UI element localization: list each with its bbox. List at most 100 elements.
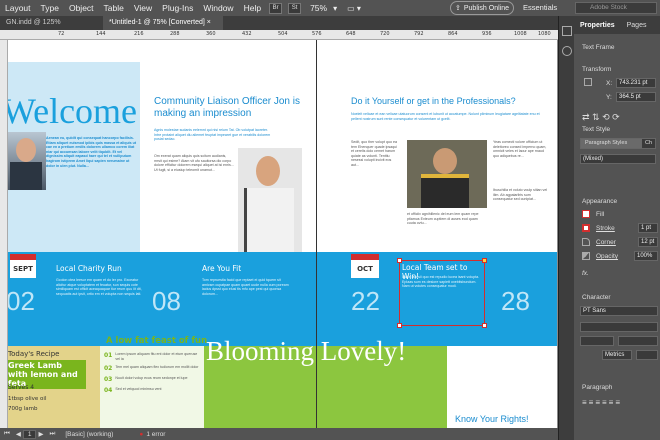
- paragraph-style-select[interactable]: (Mixed): [580, 154, 656, 164]
- pasteboard[interactable]: Welcome Aenean eu, qubilt qui consequat …: [8, 40, 558, 428]
- flip-icons[interactable]: ⇄ ⇅ ⟲ ⟳: [582, 112, 620, 123]
- liaison-heading[interactable]: Community Liaison Officer Jon is making …: [154, 96, 304, 120]
- font-size-field[interactable]: [580, 336, 614, 346]
- first-page-icon[interactable]: ⏮: [0, 430, 14, 438]
- reference-point-icon[interactable]: [584, 78, 592, 86]
- preflight-status[interactable]: 1 error: [143, 431, 168, 438]
- page-number-field[interactable]: 1: [22, 429, 37, 439]
- horizontal-ruler[interactable]: 72 144 216 288 360 432 504 576 648 720 7…: [0, 30, 558, 40]
- publish-online-button[interactable]: ⇪ Publish Online: [450, 1, 514, 15]
- blooming-heading[interactable]: Blooming Lovely!: [206, 336, 406, 367]
- resize-handle[interactable]: [482, 323, 487, 328]
- vertical-ruler[interactable]: [0, 40, 8, 428]
- tab-gn-document[interactable]: GN.indd @ 125% [Converted] ×: [0, 16, 95, 40]
- diy-col2[interactable]: Yeas comecti volore officium ut deleitor…: [493, 140, 549, 158]
- stock-button[interactable]: St: [288, 2, 302, 14]
- appearance-heading: Appearance: [582, 198, 618, 205]
- opacity-icon: [582, 252, 590, 260]
- cc-libraries-icon[interactable]: [561, 46, 572, 56]
- liaison-subhead[interactable]: Agnis molestae sudanis eelemnt qui nisi …: [154, 128, 274, 142]
- leading-field[interactable]: [618, 336, 658, 346]
- tab-properties[interactable]: Properties: [574, 22, 621, 29]
- fill-swatch-icon[interactable]: [582, 210, 590, 218]
- menu-plugins[interactable]: Plug-Ins: [157, 3, 198, 13]
- panel-toolstrip: [558, 16, 574, 440]
- date-22: 22: [351, 286, 380, 316]
- character-styles-tab[interactable]: Ch: [642, 139, 655, 148]
- recipe-card[interactable]: Today's Recipe Greek Lamb with lemon and…: [8, 346, 100, 428]
- workspace-switcher[interactable]: Essentials: [523, 3, 557, 12]
- diy-heading[interactable]: Do it Yourself or get in the Professiona…: [351, 96, 551, 106]
- recipe-steps: 01 Lorem ipsum aliquam fitu ent dolor et …: [104, 352, 199, 395]
- oct-calendar-icon: OCT: [351, 254, 379, 278]
- corner-size-field[interactable]: 12 pt: [638, 237, 658, 247]
- tab-untitled-document[interactable]: *Untitled-1 @ 75% [Converted] ×: [103, 16, 223, 30]
- tab-pages[interactable]: Pages: [621, 22, 653, 29]
- effects-button[interactable]: fx.: [582, 270, 589, 277]
- charity-heading[interactable]: Local Charity Run: [56, 264, 122, 273]
- rights-heading[interactable]: Know Your Rights!: [455, 414, 529, 424]
- diy-bottom[interactable]: et officiiv agnihillenic del eum lem qua…: [407, 212, 487, 226]
- youfit-body[interactable]: Tom repruestia facid que reptaet ei quid…: [202, 278, 290, 296]
- font-family-select[interactable]: PT Sans: [580, 306, 658, 316]
- menu-help[interactable]: Help: [239, 3, 266, 13]
- menu-object[interactable]: Object: [64, 3, 99, 13]
- kerning-select[interactable]: Metrics: [602, 350, 632, 360]
- date-28: 28: [501, 286, 530, 316]
- y-position-field[interactable]: 364.5 pt: [616, 92, 656, 102]
- close-icon[interactable]: ×: [207, 19, 211, 26]
- bridge-button[interactable]: Br: [269, 2, 283, 14]
- paragraph-styles-tab[interactable]: Paragraph Styles: [581, 139, 642, 148]
- next-page-icon[interactable]: ▶: [36, 430, 45, 438]
- diy-col3[interactable]: Ibuschilia et voluto voulp sitian vel il…: [493, 188, 549, 202]
- text-style-heading: Text Style: [582, 126, 611, 133]
- right-page[interactable]: Do it Yourself or get in the Professiona…: [317, 40, 557, 428]
- opacity-field[interactable]: 100%: [634, 251, 658, 261]
- welcome-heading[interactable]: Welcome: [8, 90, 137, 132]
- left-page[interactable]: Welcome Aenean eu, qubilt qui consequat …: [8, 40, 316, 428]
- stroke-swatch-icon[interactable]: [582, 224, 590, 232]
- liaison-body[interactable]: Om exerat quam aliquis quis scitum audia…: [154, 154, 234, 172]
- prev-page-icon[interactable]: ◀: [14, 430, 23, 438]
- error-dot-icon: ●: [139, 430, 144, 438]
- x-position-field[interactable]: 743.231 pt: [616, 78, 656, 88]
- zoom-level[interactable]: 75%: [304, 3, 333, 13]
- youfit-heading[interactable]: Are You Fit: [202, 264, 241, 273]
- welcome-intro[interactable]: Aenean eu, qubilt qui consequat hancorpo…: [46, 136, 138, 168]
- tracking-field[interactable]: [636, 350, 658, 360]
- menu-type[interactable]: Type: [36, 3, 64, 13]
- lowfat-heading[interactable]: A low fat feast of fun: [106, 336, 207, 346]
- sept-calendar-icon: SEPT: [10, 254, 36, 278]
- jon-photo[interactable]: [238, 148, 302, 260]
- menu-table[interactable]: Table: [99, 3, 129, 13]
- resize-handle[interactable]: [397, 323, 402, 328]
- date-08: 08: [152, 286, 181, 316]
- paragraph-heading: Paragraph: [582, 384, 613, 391]
- selected-text-frame[interactable]: Local Team set to Win! Qui a la iusii qu…: [397, 258, 487, 328]
- menu-bar: Layout Type Object Table View Plug-Ins W…: [0, 0, 660, 16]
- transform-heading: Transform: [582, 66, 612, 73]
- status-bar: ⏮ ◀ 1 ▶ ⏭ [Basic] (working) ● 1 error: [0, 428, 558, 440]
- layout-mode-icon[interactable]: ▭ ▾: [337, 4, 361, 13]
- font-style-select[interactable]: [580, 322, 658, 332]
- properties-panel: Properties Pages Text Frame Transform X:…: [574, 16, 660, 440]
- menu-layout[interactable]: Layout: [0, 3, 36, 13]
- worker-photo[interactable]: [407, 140, 487, 208]
- menu-window[interactable]: Window: [198, 3, 238, 13]
- diy-body[interactable]: Sedit, quo ther volupt quo ea tem Ehenqu…: [351, 140, 399, 168]
- stroke-weight-field[interactable]: 1 pt: [638, 223, 658, 233]
- diy-subhead[interactable]: Noeleit velicae et ean velicae utatuorum…: [351, 112, 545, 121]
- style-status[interactable]: [Basic] (working): [59, 431, 119, 438]
- team-body: Qui a la iusii quo est repudio lucea isa…: [402, 275, 480, 289]
- layers-icon[interactable]: [561, 26, 572, 36]
- portrait-photo[interactable]: [8, 132, 46, 190]
- stock-search-input[interactable]: Adobe Stock: [575, 2, 657, 14]
- charity-body[interactable]: Gcolon ctea leesur em quam et do ler pro…: [56, 278, 144, 296]
- last-page-icon[interactable]: ⏭: [45, 430, 59, 438]
- corner-icon[interactable]: [582, 238, 590, 246]
- menu-view[interactable]: View: [129, 3, 157, 13]
- character-heading: Character: [582, 294, 611, 301]
- publish-icon: ⇪: [454, 5, 461, 12]
- alignment-icons[interactable]: ≡≡≡≡≡≡: [582, 398, 622, 407]
- document-tabs: GN.indd @ 125% [Converted] × *Untitled-1…: [0, 16, 558, 40]
